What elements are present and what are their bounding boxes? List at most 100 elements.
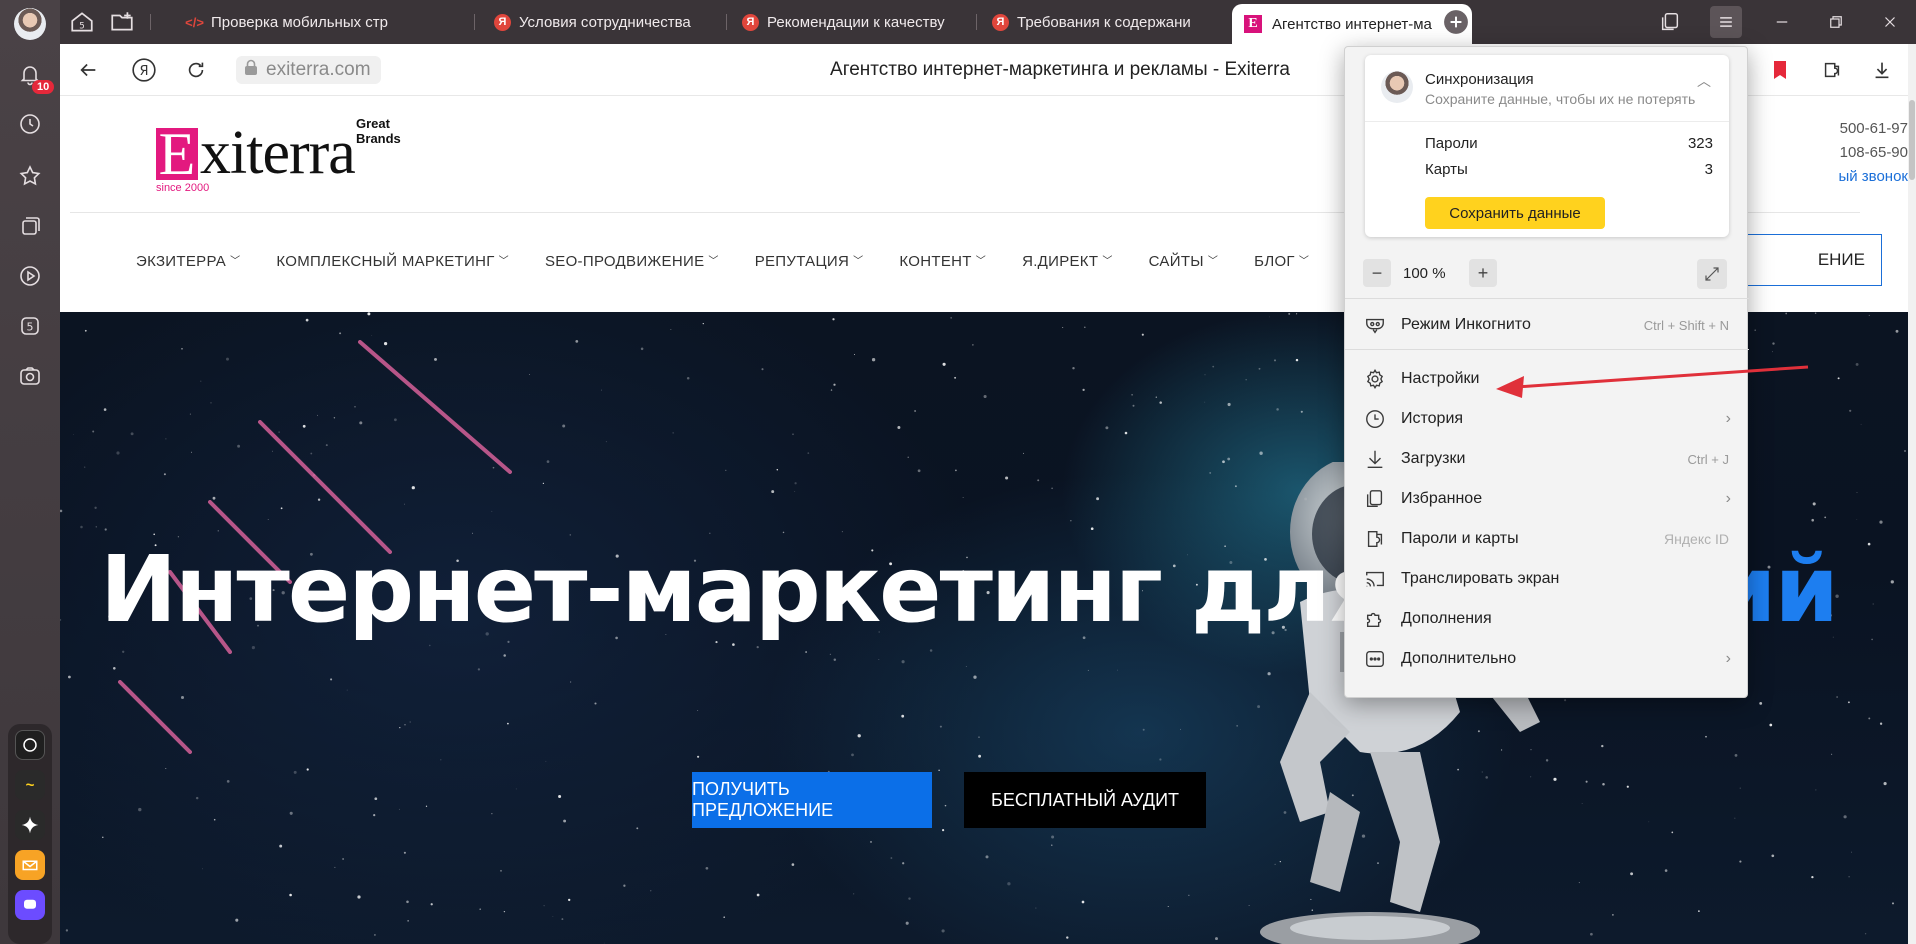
- menu-item-cast[interactable]: Транслировать экран: [1345, 559, 1749, 599]
- star: [289, 811, 293, 815]
- sync-divider: [1365, 121, 1729, 122]
- number-five-icon[interactable]: 5: [16, 312, 44, 340]
- play-icon[interactable]: [16, 262, 44, 290]
- camera-icon[interactable]: [16, 362, 44, 390]
- url-field[interactable]: exiterra.com: [236, 56, 381, 84]
- chevron-up-icon[interactable]: ︿: [1697, 71, 1711, 91]
- star: [491, 510, 493, 512]
- menu-item-favorites[interactable]: Избранное ›: [1345, 479, 1749, 519]
- alice-app-icon[interactable]: [15, 730, 45, 760]
- tab-item[interactable]: Я Требования к содержани: [982, 7, 1218, 37]
- star: [1856, 492, 1858, 493]
- star: [1867, 542, 1871, 546]
- star: [1847, 701, 1850, 704]
- sparkle-app-icon[interactable]: [15, 810, 45, 840]
- nav-item-exiterra[interactable]: ЭКЗИТЕРРА ﹀: [136, 252, 240, 270]
- nav-item-seo[interactable]: SEO-ПРОДВИЖЕНИЕ ﹀: [545, 252, 719, 270]
- home-icon[interactable]: 5: [66, 6, 98, 38]
- messenger-app-icon[interactable]: [15, 890, 45, 920]
- tab-item[interactable]: </> Проверка мобильных стр: [176, 7, 472, 37]
- star: [1698, 910, 1700, 912]
- nav-item-sites[interactable]: САЙТЫ ﹀: [1149, 252, 1219, 270]
- bookmarks-panel-icon[interactable]: [1654, 6, 1686, 38]
- profile-avatar[interactable]: [14, 8, 46, 40]
- menu-item-downloads[interactable]: Загрузки Ctrl + J: [1345, 439, 1749, 479]
- reload-icon[interactable]: [180, 54, 212, 86]
- bookmark-icon[interactable]: [1764, 54, 1796, 86]
- callback-link[interactable]: ый звонок: [1838, 168, 1908, 185]
- fullscreen-icon[interactable]: [1697, 259, 1727, 289]
- phone-1[interactable]: 500-61-97: [1840, 120, 1908, 137]
- star: [116, 451, 120, 455]
- star: [1167, 906, 1169, 907]
- star: [507, 722, 509, 725]
- nav-item-complex-marketing[interactable]: КОМПЛЕКСНЫЙ МАРКЕТИНГ ﹀: [276, 252, 509, 270]
- sync-title[interactable]: Синхронизация: [1425, 71, 1534, 88]
- star: [568, 898, 571, 902]
- star: [1072, 367, 1075, 370]
- yandex-icon: Я: [742, 13, 759, 31]
- star: [978, 754, 981, 758]
- menu-item-more[interactable]: Дополнительно ›: [1345, 639, 1749, 679]
- scrollbar-thumb[interactable]: [1909, 100, 1915, 180]
- download-icon[interactable]: [1866, 54, 1898, 86]
- star: [1222, 460, 1225, 464]
- close-window-icon[interactable]: [1874, 6, 1906, 38]
- new-tab-group-icon[interactable]: [106, 6, 138, 38]
- star-icon[interactable]: [16, 162, 44, 190]
- star: [697, 709, 699, 711]
- menu-icon[interactable]: [1710, 6, 1742, 38]
- star: [972, 344, 974, 346]
- phone-2[interactable]: 108-65-90: [1840, 144, 1908, 161]
- menu-item-history[interactable]: История ›: [1345, 399, 1749, 439]
- star: [1868, 717, 1871, 720]
- free-audit-button[interactable]: БЕСПЛАТНЫЙ АУДИТ: [964, 772, 1206, 828]
- collections-icon[interactable]: [16, 212, 44, 240]
- star: [878, 658, 880, 660]
- menu-item-addons[interactable]: Дополнения: [1345, 599, 1749, 639]
- yandex-icon: Я: [494, 13, 511, 31]
- nav-item-blog[interactable]: БЛОГ ﹀: [1254, 252, 1309, 270]
- menu-item-passwords[interactable]: Пароли и карты Яндекс ID: [1345, 519, 1749, 559]
- nav-item-direct[interactable]: Я.ДИРЕКТ ﹀: [1022, 252, 1113, 270]
- star: [1236, 725, 1238, 727]
- star: [1051, 487, 1053, 490]
- star: [1295, 358, 1299, 362]
- zoom-out-button[interactable]: −: [1363, 259, 1391, 287]
- star: [1648, 821, 1650, 823]
- extensions-icon[interactable]: [1816, 54, 1848, 86]
- menu-item-incognito[interactable]: Режим Инкогнито Ctrl + Shift + N: [1345, 305, 1749, 345]
- star: [226, 780, 230, 783]
- code-icon: </>: [185, 14, 204, 30]
- star: [1581, 803, 1583, 804]
- active-tab[interactable]: E Агентство интернет-ма ✕: [1232, 4, 1472, 44]
- star: [942, 362, 946, 366]
- back-icon[interactable]: [72, 54, 104, 86]
- zoom-in-button[interactable]: +: [1469, 259, 1497, 287]
- star: [771, 490, 775, 494]
- exiterra-logo[interactable]: E xiterra Great Brands since 2000: [156, 116, 436, 196]
- mail-app-icon[interactable]: [15, 850, 45, 880]
- star: [235, 918, 239, 922]
- yandex-button[interactable]: Я: [128, 54, 160, 86]
- page-scrollbar[interactable]: [1908, 44, 1916, 944]
- menu-item-settings[interactable]: Настройки: [1345, 359, 1749, 399]
- star: [871, 358, 876, 362]
- star: [383, 341, 388, 346]
- nav-item-reputation[interactable]: РЕПУТАЦИЯ ﹀: [755, 252, 864, 270]
- star: [1843, 815, 1847, 819]
- gear-icon: [1363, 367, 1387, 391]
- tab-item[interactable]: Я Условия сотрудничества: [484, 7, 724, 37]
- history-icon[interactable]: [16, 110, 44, 138]
- tab-item[interactable]: Я Рекомендации к качеству: [732, 7, 972, 37]
- market-app-icon[interactable]: ~: [15, 770, 45, 800]
- star: [985, 855, 989, 859]
- get-offer-button[interactable]: ПОЛУЧИТЬ ПРЕДЛОЖЕНИЕ: [692, 772, 932, 828]
- save-data-button[interactable]: Сохранить данные: [1425, 197, 1605, 229]
- star: [1811, 875, 1814, 879]
- star: [293, 770, 297, 774]
- restore-icon[interactable]: [1820, 6, 1852, 38]
- new-tab-button[interactable]: [1440, 6, 1472, 38]
- nav-item-content[interactable]: КОНТЕНТ ﹀: [899, 252, 986, 270]
- minimize-icon[interactable]: [1766, 6, 1798, 38]
